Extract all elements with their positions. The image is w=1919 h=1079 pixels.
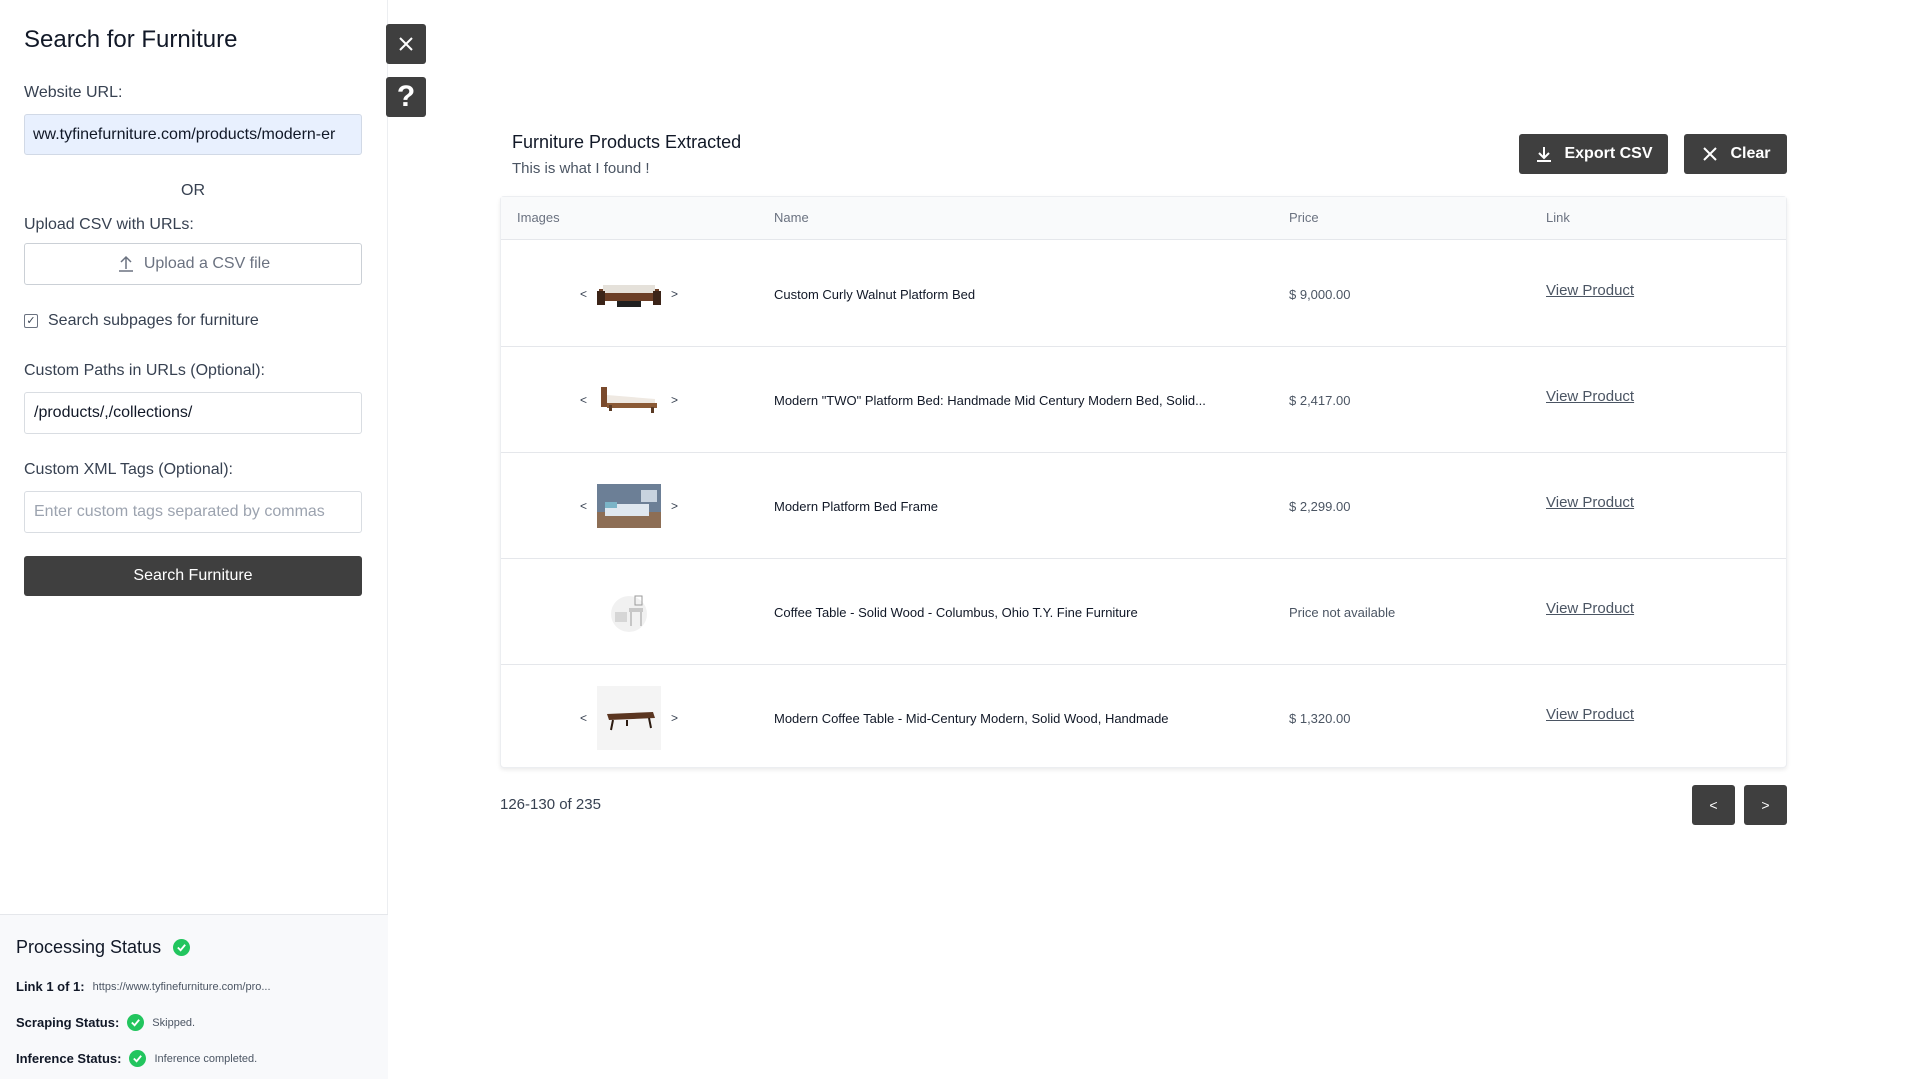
carousel-prev-arrow[interactable]: <	[580, 287, 587, 301]
image-carousel: < >	[579, 453, 679, 559]
website-url-label: Website URL:	[24, 84, 123, 101]
image-carousel: < >	[579, 347, 679, 453]
custom-paths-input[interactable]	[24, 392, 362, 434]
status-inference-row: Inference Status: Inference completed.	[16, 1050, 257, 1067]
product-price: $ 2,417.00	[1289, 392, 1351, 408]
carousel-next-arrow[interactable]: >	[671, 711, 678, 725]
product-price: $ 1,320.00	[1289, 710, 1351, 726]
processing-status-label: Processing Status	[16, 937, 162, 957]
image-carousel: < >	[579, 241, 679, 347]
results-subtitle: This is what I found !	[512, 160, 650, 177]
website-url-value: ww.tyfinefurniture.com/products/modern-e…	[33, 126, 336, 143]
subpages-label: Search subpages for furniture	[48, 312, 259, 329]
product-thumbnail-coffee-table	[597, 686, 661, 750]
or-divider: OR	[181, 182, 205, 199]
status-scraping-value: Skipped.	[152, 1016, 196, 1029]
column-header-name: Name	[774, 210, 809, 225]
check-circle-icon	[173, 939, 191, 956]
status-link-label: Link 1 of 1:	[16, 979, 85, 994]
product-price: Price not available	[1289, 604, 1396, 620]
product-thumbnail-bed-dark	[597, 262, 661, 326]
view-product-link[interactable]: View Product	[1546, 343, 1634, 449]
status-link-value: https://www.tyfinefurniture.com/pro...	[92, 980, 271, 993]
product-name: Coffee Table - Solid Wood - Columbus, Oh…	[774, 604, 1138, 620]
custom-paths-label: Custom Paths in URLs (Optional):	[24, 362, 265, 379]
website-url-input[interactable]: ww.tyfinefurniture.com/products/modern-e…	[24, 114, 362, 155]
close-icon	[399, 37, 413, 51]
product-price: $ 2,299.00	[1289, 498, 1351, 514]
upload-icon	[118, 255, 133, 272]
table-row: Coffee Table - Solid Wood - Columbus, Oh…	[501, 559, 1786, 665]
clear-label: Clear	[1730, 145, 1771, 162]
export-csv-button[interactable]: Export CSV	[1519, 134, 1668, 174]
product-name: Modern Platform Bed Frame	[774, 498, 939, 514]
check-circle-icon	[127, 1014, 145, 1031]
pagination-info: 126-130 of 235	[500, 796, 601, 813]
carousel-next-arrow[interactable]: >	[671, 499, 678, 513]
view-product-link[interactable]: View Product	[1546, 661, 1634, 767]
custom-xml-input[interactable]	[24, 491, 362, 533]
processing-status-panel: Processing Status Link 1 of 1: https://w…	[0, 914, 388, 1079]
check-circle-icon	[129, 1050, 147, 1067]
table-row: < > Custom Curly Walnut Platform Bed $ 9…	[501, 241, 1786, 347]
sidebar-title: Search for Furniture	[24, 26, 238, 53]
status-link-row: Link 1 of 1: https://www.tyfinefurniture…	[16, 979, 271, 994]
upload-button-label: Upload a CSV file	[143, 255, 271, 272]
product-name: Modern "TWO" Platform Bed: Handmade Mid …	[774, 392, 1206, 408]
table-row: < > Modern Coffee Table - Mid-Century Mo…	[501, 665, 1786, 771]
download-icon	[1537, 147, 1552, 162]
column-header-link: Link	[1546, 210, 1570, 225]
image-carousel: < >	[579, 665, 679, 771]
pagination-prev-button[interactable]: <	[1692, 785, 1735, 825]
table-row: < > Modern Platform Bed Frame $ 2,299.00…	[501, 453, 1786, 559]
view-product-link[interactable]: View Product	[1546, 237, 1634, 343]
results-title: Furniture Products Extracted	[512, 132, 742, 152]
pagination-next-button[interactable]: >	[1744, 785, 1787, 825]
view-product-link[interactable]: View Product	[1546, 555, 1634, 661]
processing-status-title: Processing Status	[16, 937, 191, 958]
column-header-images: Images	[517, 210, 560, 225]
carousel-prev-arrow[interactable]: <	[580, 393, 587, 407]
clear-button[interactable]: Clear	[1684, 134, 1787, 174]
product-thumbnail-bedroom-photo	[597, 474, 661, 538]
export-csv-label: Export CSV	[1564, 145, 1653, 162]
products-table: Images Name Price Link < > Custom Curly …	[500, 196, 1787, 768]
table-header: Images Name Price Link	[501, 197, 1786, 240]
product-price: $ 9,000.00	[1289, 286, 1351, 302]
search-sidebar: Search for Furniture Website URL: ww.tyf…	[0, 0, 388, 1079]
help-icon: ?	[396, 80, 416, 113]
subpages-checkbox[interactable]: ✓	[24, 314, 38, 328]
carousel-prev-arrow[interactable]: <	[580, 499, 587, 513]
custom-xml-label: Custom XML Tags (Optional):	[24, 461, 233, 478]
table-row: < > Modern "TWO" Platform Bed: Handmade …	[501, 347, 1786, 453]
help-button[interactable]: ?	[386, 77, 426, 117]
status-scraping-row: Scraping Status: Skipped.	[16, 1014, 195, 1031]
carousel-next-arrow[interactable]: >	[671, 393, 678, 407]
carousel-next-arrow[interactable]: >	[671, 287, 678, 301]
column-header-price: Price	[1289, 210, 1319, 225]
carousel-prev-arrow[interactable]: <	[580, 711, 587, 725]
upload-csv-label: Upload CSV with URLs:	[24, 216, 194, 233]
product-thumbnail-bed-light	[597, 368, 661, 432]
status-scraping-label: Scraping Status:	[16, 1015, 120, 1030]
status-inference-value: Inference completed.	[154, 1052, 258, 1065]
product-thumbnail-placeholder-furniture	[597, 580, 661, 644]
close-sidebar-button[interactable]	[386, 24, 426, 64]
image-carousel	[579, 559, 679, 665]
product-name: Modern Coffee Table - Mid-Century Modern…	[774, 710, 1169, 726]
status-inference-label: Inference Status:	[16, 1051, 122, 1066]
view-product-link[interactable]: View Product	[1546, 449, 1634, 555]
search-furniture-button[interactable]: Search Furniture	[24, 556, 362, 596]
product-name: Custom Curly Walnut Platform Bed	[774, 286, 976, 302]
close-icon	[1703, 147, 1718, 161]
subpages-checkbox-row[interactable]: ✓ Search subpages for furniture	[24, 312, 259, 330]
upload-csv-button[interactable]: Upload a CSV file	[24, 243, 362, 285]
